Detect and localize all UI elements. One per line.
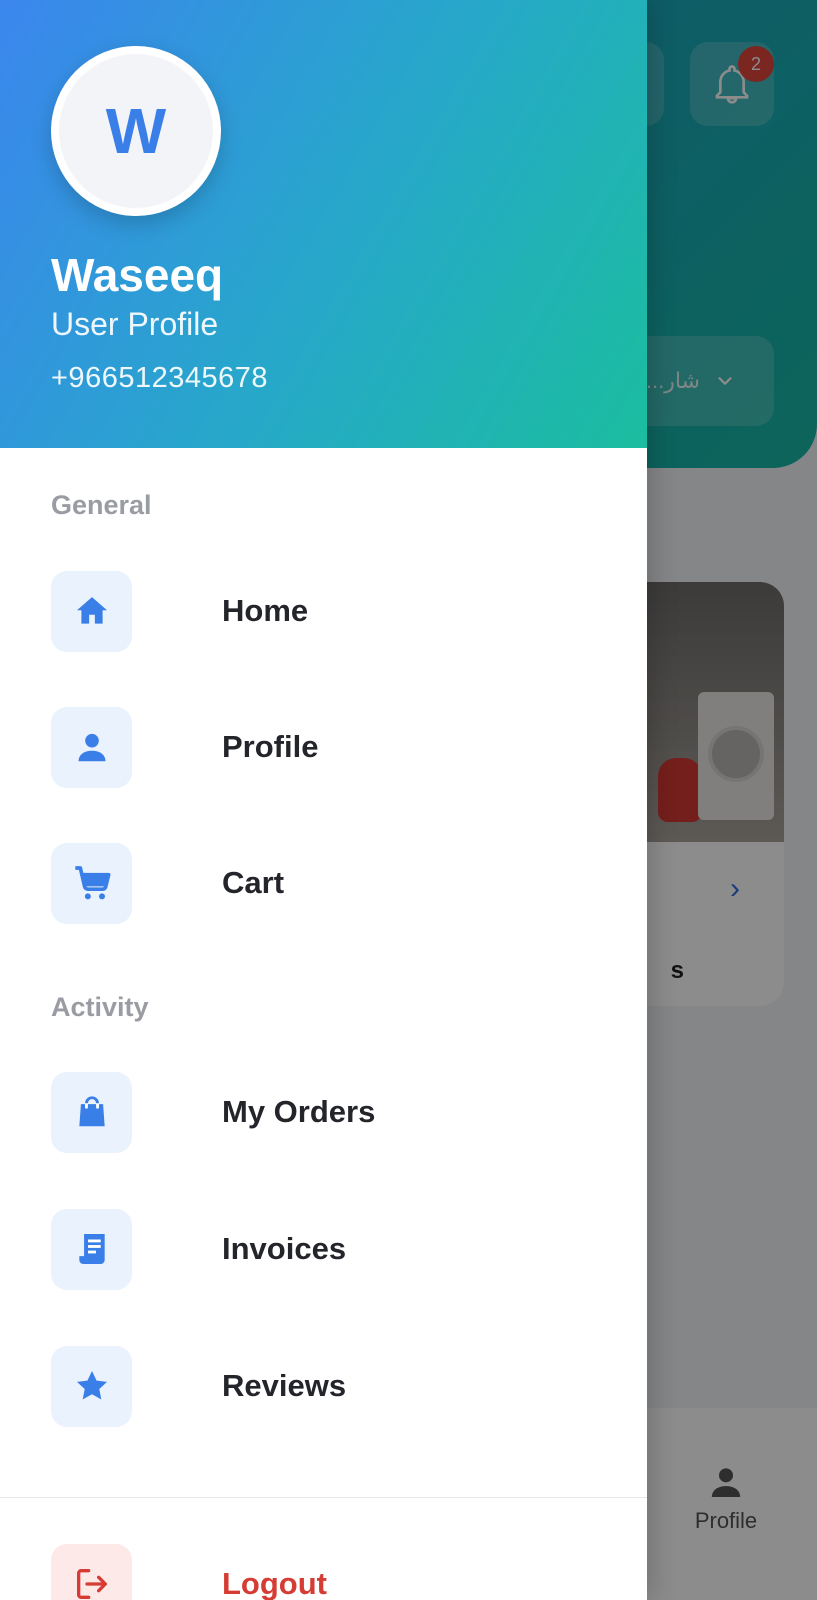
section-label-general: General [51, 490, 152, 520]
person-icon [51, 706, 132, 788]
logout-icon [51, 1543, 132, 1600]
drawer-header: W Waseeq User Profile +966512345678 [0, 0, 647, 448]
menu-label-home: Home [222, 593, 309, 628]
star-icon [51, 1345, 132, 1427]
user-subtitle: User Profile [51, 306, 219, 342]
home-icon [51, 570, 132, 652]
cart-icon [51, 842, 132, 924]
menu-item-profile[interactable]: Profile [51, 706, 611, 788]
shopping-bag-icon [51, 1071, 132, 1153]
menu-label-cart: Cart [222, 865, 285, 900]
user-phone: +966512345678 [51, 362, 268, 394]
menu-item-my-orders[interactable]: My Orders [51, 1071, 611, 1153]
avatar-initial: W [59, 54, 213, 208]
menu-item-reviews[interactable]: Reviews [51, 1345, 611, 1427]
logout-button[interactable]: Logout [51, 1543, 611, 1600]
section-label-activity: Activity [51, 992, 149, 1022]
logout-label: Logout [222, 1566, 328, 1600]
user-name: Waseeq [51, 249, 224, 301]
menu-label-reviews: Reviews [222, 1368, 347, 1403]
menu-label-profile: Profile [222, 729, 319, 764]
menu-item-invoices[interactable]: Invoices [51, 1208, 611, 1290]
avatar[interactable]: W [51, 46, 221, 216]
menu-label-my-orders: My Orders [222, 1094, 376, 1129]
menu-label-invoices: Invoices [222, 1231, 347, 1266]
receipt-icon [51, 1208, 132, 1290]
navigation-drawer: W Waseeq User Profile +966512345678 Gene… [0, 0, 647, 1600]
drawer-divider [0, 1497, 647, 1498]
menu-item-home[interactable]: Home [51, 570, 611, 652]
menu-item-cart[interactable]: Cart [51, 842, 611, 924]
